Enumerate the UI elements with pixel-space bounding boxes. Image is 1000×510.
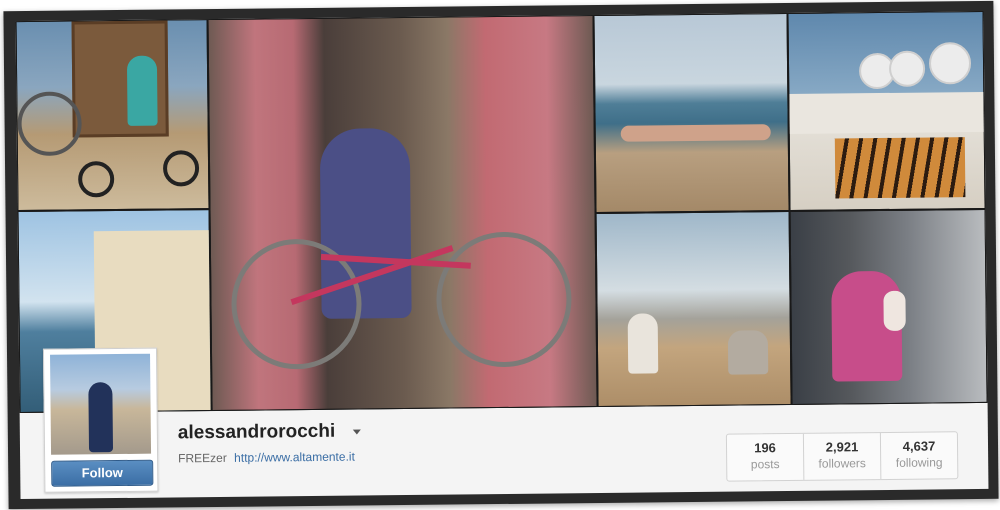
stat-following[interactable]: 4,637 following (881, 432, 957, 479)
cover-photo-desert-beach[interactable] (595, 210, 792, 408)
girl-figure (126, 55, 158, 126)
bio-name: FREEzer (178, 450, 227, 466)
stat-value: 2,921 (825, 439, 859, 455)
bicycle-front-wheel (435, 231, 573, 368)
cover-photo-beach-hammock[interactable] (593, 12, 790, 214)
avatar[interactable] (50, 353, 152, 455)
satellite-dish (928, 42, 972, 85)
profile-stats: 196 posts 2,921 followers 4,637 followin… (725, 431, 959, 482)
satellite-dish (888, 50, 926, 87)
profile-username: alessandrorocchi (177, 420, 336, 444)
cover-photo-girl-tricycle[interactable] (15, 19, 210, 212)
stat-label: posts (750, 457, 780, 472)
cover-photo-man-bicycle[interactable] (207, 15, 598, 412)
avatar-figure (88, 382, 114, 453)
tricycle-wheel (162, 150, 200, 187)
sunbather (620, 124, 771, 142)
chevron-down-icon[interactable] (352, 429, 361, 435)
stat-value: 4,637 (902, 438, 936, 454)
stat-posts[interactable]: 196 posts (726, 433, 805, 481)
bike-wheel (17, 91, 82, 157)
baby (883, 290, 906, 332)
follow-button[interactable]: Follow (51, 459, 154, 487)
cover-photo-tiger-blanket[interactable] (787, 10, 986, 211)
tricycle-wheel (77, 161, 115, 198)
cover-photo-grandmother-baby[interactable] (789, 208, 988, 405)
stat-label: followers (818, 456, 866, 471)
tiger-blanket (834, 137, 966, 199)
profile-card: Follow alessandrorocchi FREEzer http://w… (15, 10, 989, 500)
bio-website-link[interactable]: http://www.altamente.it (234, 450, 355, 465)
seated-person (727, 330, 769, 375)
seated-person (627, 313, 659, 374)
stat-value: 196 (754, 440, 776, 456)
rooftop-building (789, 91, 986, 134)
stat-followers[interactable]: 2,921 followers (803, 433, 882, 480)
stat-label: following (895, 455, 943, 470)
profile-avatar-card: Follow (42, 347, 159, 493)
cover-collage (15, 10, 988, 414)
profile-bio: FREEzer http://www.altamente.it (178, 450, 355, 466)
